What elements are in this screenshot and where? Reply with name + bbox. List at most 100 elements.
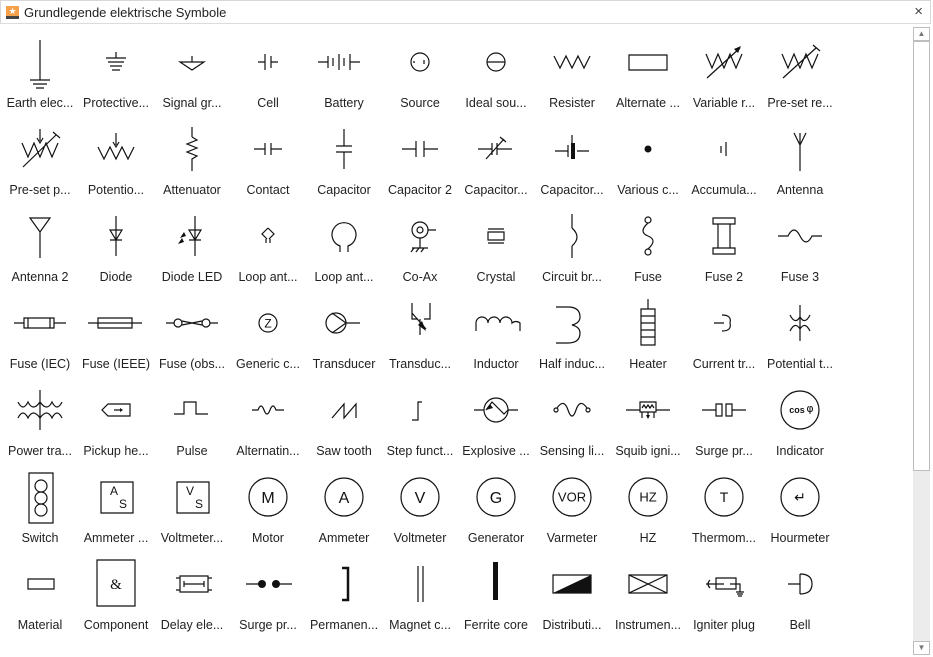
symbol-tile-accumulator[interactable]: Accumula... — [686, 117, 762, 204]
fuse-3-icon — [770, 210, 830, 262]
symbol-tile-transducer[interactable]: Transducer — [306, 291, 382, 378]
symbol-tile-preset-potentiometer[interactable]: Pre-set p... — [2, 117, 78, 204]
symbol-tile-loop-antenna-small[interactable]: Loop ant... — [230, 204, 306, 291]
symbol-tile-surge-protector-2[interactable]: Surge pr... — [230, 552, 306, 639]
vertical-scrollbar[interactable]: ▲ ▼ — [913, 27, 930, 655]
symbol-tile-various-connection[interactable]: Various c... — [610, 117, 686, 204]
symbol-tile-potential-transformer[interactable]: Potential t... — [762, 291, 838, 378]
symbol-tile-varmeter[interactable]: VOR Varmeter — [534, 465, 610, 552]
symbol-label: Capacitor 2 — [388, 183, 452, 197]
symbol-tile-fuse[interactable]: Fuse — [610, 204, 686, 291]
symbol-label: Fuse (IEEE) — [81, 357, 151, 371]
symbol-tile-explosive[interactable]: Explosive ... — [458, 378, 534, 465]
symbol-tile-potentiometer[interactable]: Potentio... — [78, 117, 154, 204]
scroll-up-button[interactable]: ▲ — [913, 27, 930, 41]
symbol-tile-current-transformer[interactable]: Current tr... — [686, 291, 762, 378]
symbol-tile-contact[interactable]: Contact — [230, 117, 306, 204]
heater-icon — [618, 297, 678, 349]
symbol-tile-component[interactable]: & Component — [78, 552, 154, 639]
symbol-tile-co-ax[interactable]: Co-Ax — [382, 204, 458, 291]
symbol-tile-indicator[interactable]: cos φ Indicator — [762, 378, 838, 465]
symbol-tile-squib-igniter[interactable]: Squib igni... — [610, 378, 686, 465]
symbol-tile-permanent-magnet[interactable]: Permanen... — [306, 552, 382, 639]
symbol-label: Voltmeter — [393, 531, 447, 545]
symbol-tile-fuse-ieee[interactable]: Fuse (IEEE) — [78, 291, 154, 378]
power-transformer-icon — [10, 384, 70, 436]
symbol-label: Alternatin... — [236, 444, 300, 458]
symbol-tile-hz-meter[interactable]: HZ HZ — [610, 465, 686, 552]
symbol-tile-battery[interactable]: Battery — [306, 30, 382, 117]
symbol-tile-ideal-source[interactable]: Ideal sou... — [458, 30, 534, 117]
symbol-tile-delay-element[interactable]: Delay ele... — [154, 552, 230, 639]
symbol-tile-pickup-head[interactable]: Pickup he... — [78, 378, 154, 465]
ammeter-icon: A — [314, 471, 374, 523]
symbol-tile-alternating-current[interactable]: Alternatin... — [230, 378, 306, 465]
symbol-tile-signal-ground[interactable]: Signal gr... — [154, 30, 230, 117]
scroll-down-button[interactable]: ▼ — [913, 641, 930, 655]
symbol-tile-magnet-core[interactable]: Magnet c... — [382, 552, 458, 639]
symbol-tile-resistor[interactable]: Resister — [534, 30, 610, 117]
symbol-label: Generic c... — [236, 357, 300, 371]
current-transformer-icon — [694, 297, 754, 349]
symbol-tile-loop-antenna[interactable]: Loop ant... — [306, 204, 382, 291]
svg-text:&: & — [110, 577, 122, 593]
symbol-tile-ferrite-core[interactable]: Ferrite core — [458, 552, 534, 639]
symbol-tile-surge-protector[interactable]: Surge pr... — [686, 378, 762, 465]
distribution-icon — [542, 558, 602, 610]
symbol-tile-ammeter[interactable]: A Ammeter — [306, 465, 382, 552]
symbol-tile-voltmeter[interactable]: V Voltmeter — [382, 465, 458, 552]
symbol-tile-preset-resistor[interactable]: Pre-set re... — [762, 30, 838, 117]
symbol-tile-attenuator[interactable]: Attenuator — [154, 117, 230, 204]
symbol-tile-capacitor-variable[interactable]: Capacitor... — [458, 117, 534, 204]
scrollbar-thumb[interactable] — [913, 41, 930, 471]
symbol-tile-distribution[interactable]: Distributi... — [534, 552, 610, 639]
symbol-tile-half-inductor[interactable]: Half induc... — [534, 291, 610, 378]
symbol-tile-saw-tooth[interactable]: Saw tooth — [306, 378, 382, 465]
symbol-tile-crystal[interactable]: Crystal — [458, 204, 534, 291]
symbol-tile-source[interactable]: Source — [382, 30, 458, 117]
symbol-tile-protective-earth[interactable]: Protective... — [78, 30, 154, 117]
symbol-tile-motor[interactable]: M Motor — [230, 465, 306, 552]
close-button[interactable]: × — [914, 3, 923, 20]
symbol-tile-fuse-obsolete[interactable]: Fuse (obs... — [154, 291, 230, 378]
symbol-tile-generator[interactable]: G Generator — [458, 465, 534, 552]
symbol-tile-capacitor-polarized[interactable]: Capacitor... — [534, 117, 610, 204]
symbol-tile-capacitor-2[interactable]: Capacitor 2 — [382, 117, 458, 204]
loop-antenna-icon — [314, 210, 374, 262]
symbol-tile-sensing-link[interactable]: Sensing li... — [534, 378, 610, 465]
symbol-label: Co-Ax — [402, 270, 438, 284]
symbol-tile-fuse-iec[interactable]: Fuse (IEC) — [2, 291, 78, 378]
symbol-tile-bell[interactable]: Bell — [762, 552, 838, 639]
symbol-tile-heater[interactable]: Heater — [610, 291, 686, 378]
symbol-tile-circuit-breaker[interactable]: Circuit br... — [534, 204, 610, 291]
symbol-tile-earth-electrode[interactable]: Earth elec... — [2, 30, 78, 117]
symbol-tile-hourmeter[interactable]: ↵ Hourmeter — [762, 465, 838, 552]
symbol-tile-variable-resistor[interactable]: Variable r... — [686, 30, 762, 117]
symbol-tile-diode[interactable]: Diode — [78, 204, 154, 291]
symbol-tile-ammeter-switch[interactable]: A S Ammeter ... — [78, 465, 154, 552]
symbol-tile-generic-component[interactable]: Z Generic c... — [230, 291, 306, 378]
symbol-tile-antenna[interactable]: Antenna — [762, 117, 838, 204]
symbol-tile-thermometer[interactable]: T Thermom... — [686, 465, 762, 552]
symbol-tile-transducer-2[interactable]: Transduc... — [382, 291, 458, 378]
symbol-tile-instrument[interactable]: Instrumen... — [610, 552, 686, 639]
symbol-tile-switch[interactable]: Switch — [2, 465, 78, 552]
symbol-label: Accumula... — [691, 183, 757, 197]
symbol-tile-capacitor[interactable]: Capacitor — [306, 117, 382, 204]
symbol-tile-inductor[interactable]: Inductor — [458, 291, 534, 378]
symbol-tile-cell[interactable]: Cell — [230, 30, 306, 117]
symbol-tile-igniter-plug[interactable]: Igniter plug — [686, 552, 762, 639]
symbol-tile-step-function[interactable]: Step funct... — [382, 378, 458, 465]
loop-antenna-small-icon — [238, 210, 298, 262]
symbol-tile-fuse-3[interactable]: Fuse 3 — [762, 204, 838, 291]
symbol-tile-voltmeter-switch[interactable]: V S Voltmeter... — [154, 465, 230, 552]
symbol-tile-material[interactable]: Material — [2, 552, 78, 639]
material-icon — [10, 558, 70, 610]
symbol-tile-antenna-2[interactable]: Antenna 2 — [2, 204, 78, 291]
symbol-tile-alternate-resistor[interactable]: Alternate ... — [610, 30, 686, 117]
symbol-tile-pulse[interactable]: Pulse — [154, 378, 230, 465]
symbol-tile-diode-led[interactable]: Diode LED — [154, 204, 230, 291]
symbol-tile-fuse-2[interactable]: Fuse 2 — [686, 204, 762, 291]
alternating-current-icon — [238, 384, 298, 436]
symbol-tile-power-transformer[interactable]: Power tra... — [2, 378, 78, 465]
